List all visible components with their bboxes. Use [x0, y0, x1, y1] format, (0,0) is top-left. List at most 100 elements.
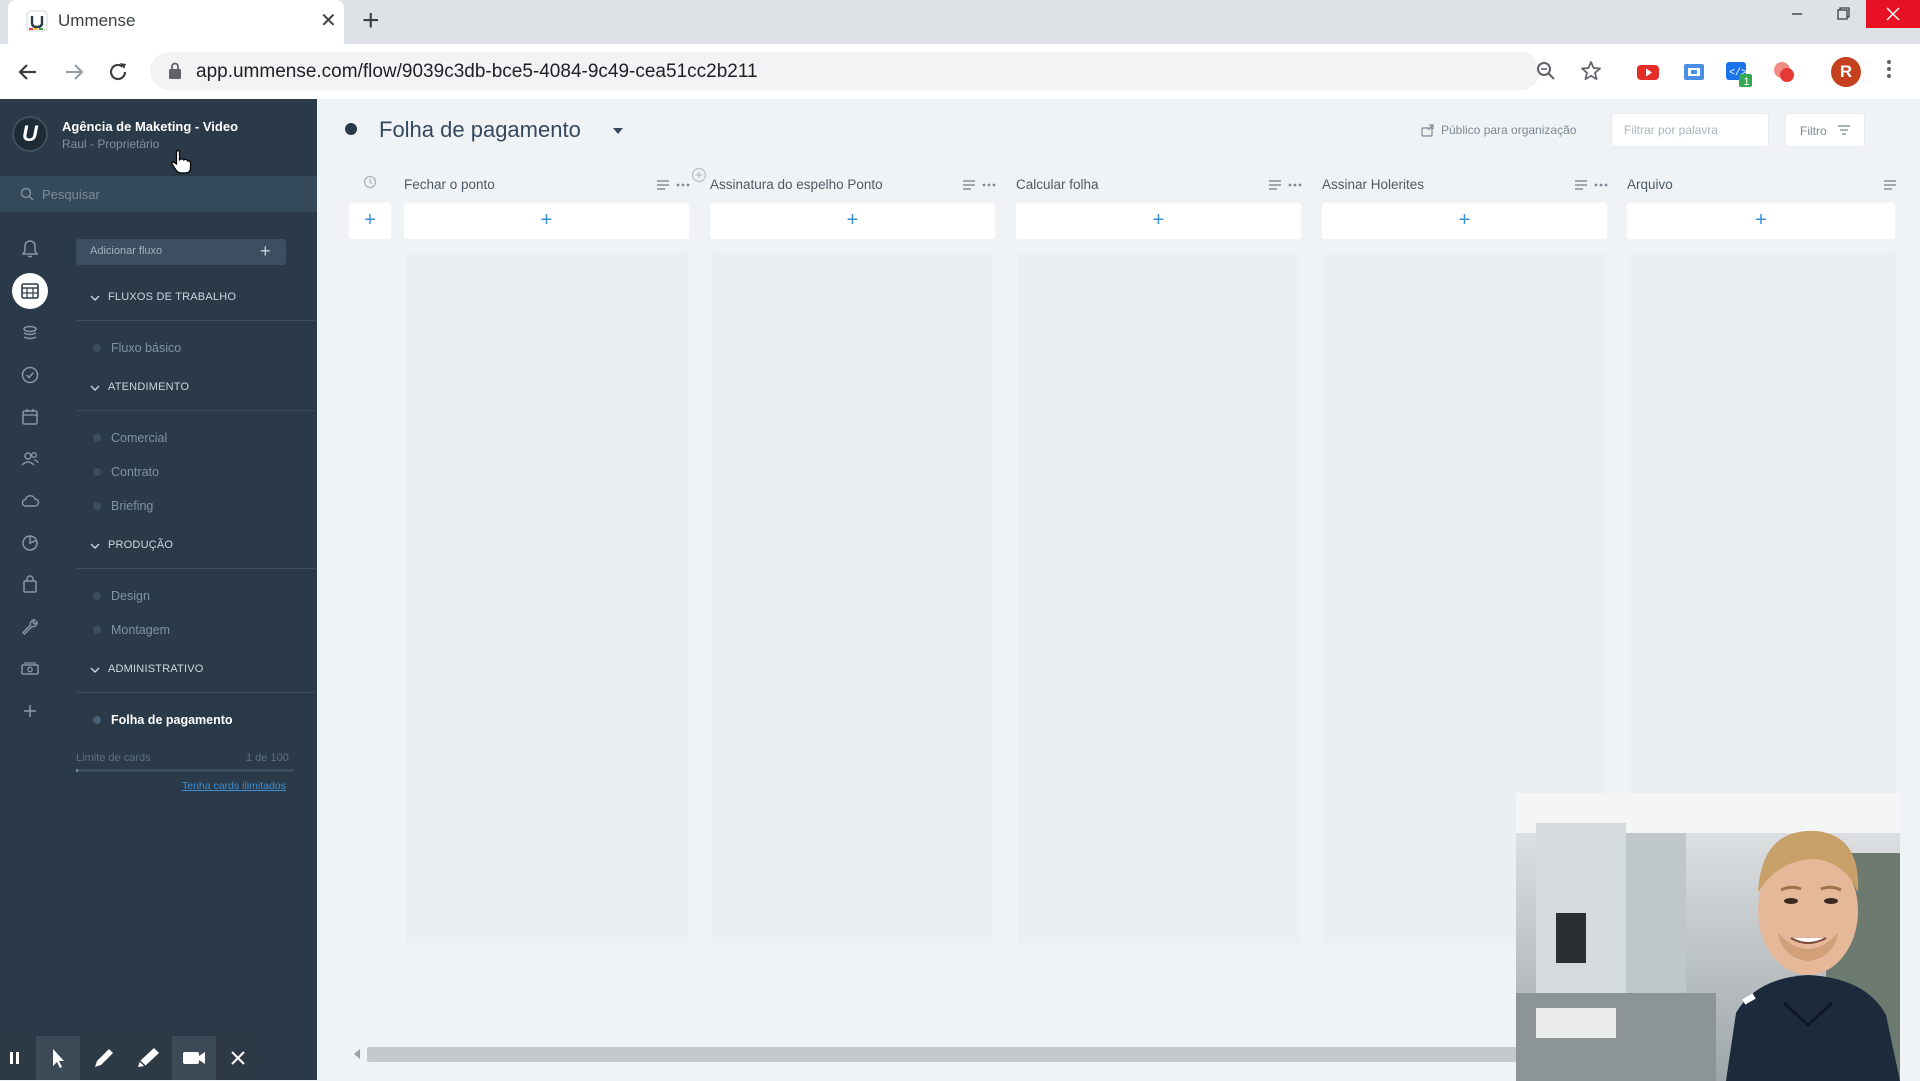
card-limit-progress: [76, 769, 294, 772]
sort-lines-icon[interactable]: [656, 179, 670, 191]
sort-lines-icon[interactable]: [962, 179, 976, 191]
sidebar-item-fluxo-basico[interactable]: Fluxo básico: [111, 341, 181, 355]
wrench-icon[interactable]: [18, 615, 42, 639]
more-options-icon[interactable]: [1594, 175, 1608, 191]
hand-cursor-icon: [170, 149, 192, 175]
add-card-button[interactable]: +: [1016, 203, 1301, 239]
close-window-icon[interactable]: [1866, 0, 1920, 28]
ummense-logo[interactable]: U: [12, 116, 48, 152]
chevron-down-icon[interactable]: [90, 383, 100, 393]
section-title-atendimento[interactable]: ATENDIMENTO: [108, 381, 189, 393]
board-status-dot: [345, 123, 357, 135]
zoom-icon[interactable]: [1536, 61, 1556, 81]
column-title[interactable]: Calcular folha: [1016, 177, 1099, 192]
more-options-icon[interactable]: [1288, 175, 1302, 191]
screen-extension-icon[interactable]: [1680, 58, 1708, 86]
add-card-button[interactable]: +: [1627, 203, 1895, 239]
cloud-icon[interactable]: [18, 489, 42, 513]
contacts-icon[interactable]: [18, 447, 42, 471]
sidebar-item-contrato[interactable]: Contrato: [111, 465, 159, 479]
pen-icon[interactable]: [82, 1036, 126, 1080]
board-icon[interactable]: [18, 279, 42, 303]
filter-by-word-input[interactable]: [1611, 113, 1769, 147]
address-bar[interactable]: app.ummense.com/flow/9039c3db-bce5-4084-…: [150, 52, 1601, 90]
caret-down-icon[interactable]: [613, 127, 623, 135]
highlighter-icon[interactable]: [126, 1036, 170, 1080]
calendar-icon[interactable]: [18, 405, 42, 429]
add-flow-label: Adicionar fluxo: [90, 245, 163, 257]
camera-icon[interactable]: [172, 1036, 216, 1080]
column-title[interactable]: Fechar o ponto: [404, 177, 495, 192]
money-icon[interactable]: [18, 657, 42, 681]
scroll-left-arrow-icon[interactable]: [353, 1049, 361, 1059]
tab-close-icon[interactable]: ✕: [320, 11, 337, 31]
share-icon[interactable]: [1421, 123, 1435, 137]
sidebar-item-montagem[interactable]: Montagem: [111, 623, 170, 637]
layers-icon[interactable]: [18, 321, 42, 345]
chevron-down-icon[interactable]: [90, 293, 100, 303]
section-title-fluxos[interactable]: FLUXOS DE TRABALHO: [108, 291, 236, 303]
bell-icon[interactable]: [18, 237, 42, 261]
search-input[interactable]: [42, 184, 292, 204]
chevron-down-icon[interactable]: [90, 541, 100, 551]
forward-icon[interactable]: [60, 58, 88, 86]
section-title-producao[interactable]: PRODUÇÃO: [108, 539, 173, 551]
section-title-administrativo[interactable]: ADMINISTRATIVO: [108, 663, 204, 675]
bag-icon[interactable]: [18, 573, 42, 597]
sidebar-item-design[interactable]: Design: [111, 589, 150, 603]
code-extension-icon[interactable]: </> 1: [1724, 58, 1752, 88]
filter-button[interactable]: Filtro: [1785, 113, 1865, 147]
lock-icon[interactable]: [168, 62, 182, 80]
history-icon[interactable]: [363, 175, 377, 189]
url-text[interactable]: app.ummense.com/flow/9039c3db-bce5-4084-…: [196, 61, 758, 83]
youtube-extension-icon[interactable]: [1634, 58, 1662, 86]
check-circle-icon[interactable]: [18, 363, 42, 387]
new-tab-button[interactable]: +: [362, 6, 380, 36]
organization-name[interactable]: Agência de Maketing - Video: [62, 119, 238, 134]
unlimited-cards-link[interactable]: Tenha cards ilimitados: [182, 780, 286, 792]
sidebar-item-briefing[interactable]: Briefing: [111, 499, 153, 513]
visibility-label[interactable]: Público para organização: [1441, 123, 1576, 137]
section-divider: [76, 692, 316, 693]
restore-window-icon[interactable]: [1820, 0, 1866, 28]
minimize-window-icon[interactable]: [1774, 0, 1820, 28]
column-title[interactable]: Arquivo: [1627, 177, 1673, 192]
column-drop-area[interactable]: [1018, 253, 1299, 943]
sort-lines-icon[interactable]: [1883, 179, 1897, 191]
flow-dot: [93, 468, 101, 476]
column-title[interactable]: Assinar Holerites: [1322, 177, 1424, 192]
back-icon[interactable]: [14, 58, 42, 86]
browser-menu-icon[interactable]: [1886, 58, 1892, 80]
insert-column-icon[interactable]: [691, 167, 707, 183]
reload-icon[interactable]: [104, 58, 132, 86]
add-flow-button[interactable]: Adicionar fluxo +: [76, 239, 286, 265]
chevron-down-icon[interactable]: [90, 665, 100, 675]
add-card-button[interactable]: +: [1322, 203, 1607, 239]
more-options-icon[interactable]: [982, 175, 996, 191]
browser-tab-strip: Ummense ✕ +: [0, 0, 1920, 44]
scrollbar-thumb[interactable]: [367, 1047, 1602, 1062]
sort-lines-icon[interactable]: [1268, 179, 1282, 191]
sidebar-search[interactable]: [0, 176, 317, 212]
column-title[interactable]: Assinatura do espelho Ponto: [710, 177, 883, 192]
add-column-button[interactable]: +: [349, 203, 391, 239]
add-card-button[interactable]: +: [404, 203, 689, 239]
plus-icon[interactable]: [18, 699, 42, 723]
board-column: Fechar o ponto +: [404, 169, 690, 1049]
pointer-icon[interactable]: [36, 1036, 80, 1080]
add-card-button[interactable]: +: [710, 203, 995, 239]
sidebar-item-comercial[interactable]: Comercial: [111, 431, 167, 445]
pie-chart-icon[interactable]: [18, 531, 42, 555]
profile-avatar[interactable]: R: [1831, 57, 1861, 87]
sort-lines-icon[interactable]: [1574, 179, 1588, 191]
bookmark-star-icon[interactable]: [1580, 60, 1602, 82]
page-title[interactable]: Folha de pagamento: [379, 117, 581, 143]
close-recorder-icon[interactable]: [216, 1036, 260, 1080]
column-drop-area[interactable]: [406, 253, 687, 943]
column-drop-area[interactable]: [712, 253, 993, 943]
more-options-icon[interactable]: [676, 175, 690, 191]
browser-tab[interactable]: Ummense ✕: [8, 0, 344, 44]
record-extension-icon[interactable]: [1770, 58, 1798, 86]
webcam-overlay: [1516, 793, 1900, 1081]
sidebar-item-folha-de-pagamento[interactable]: Folha de pagamento: [111, 713, 233, 727]
